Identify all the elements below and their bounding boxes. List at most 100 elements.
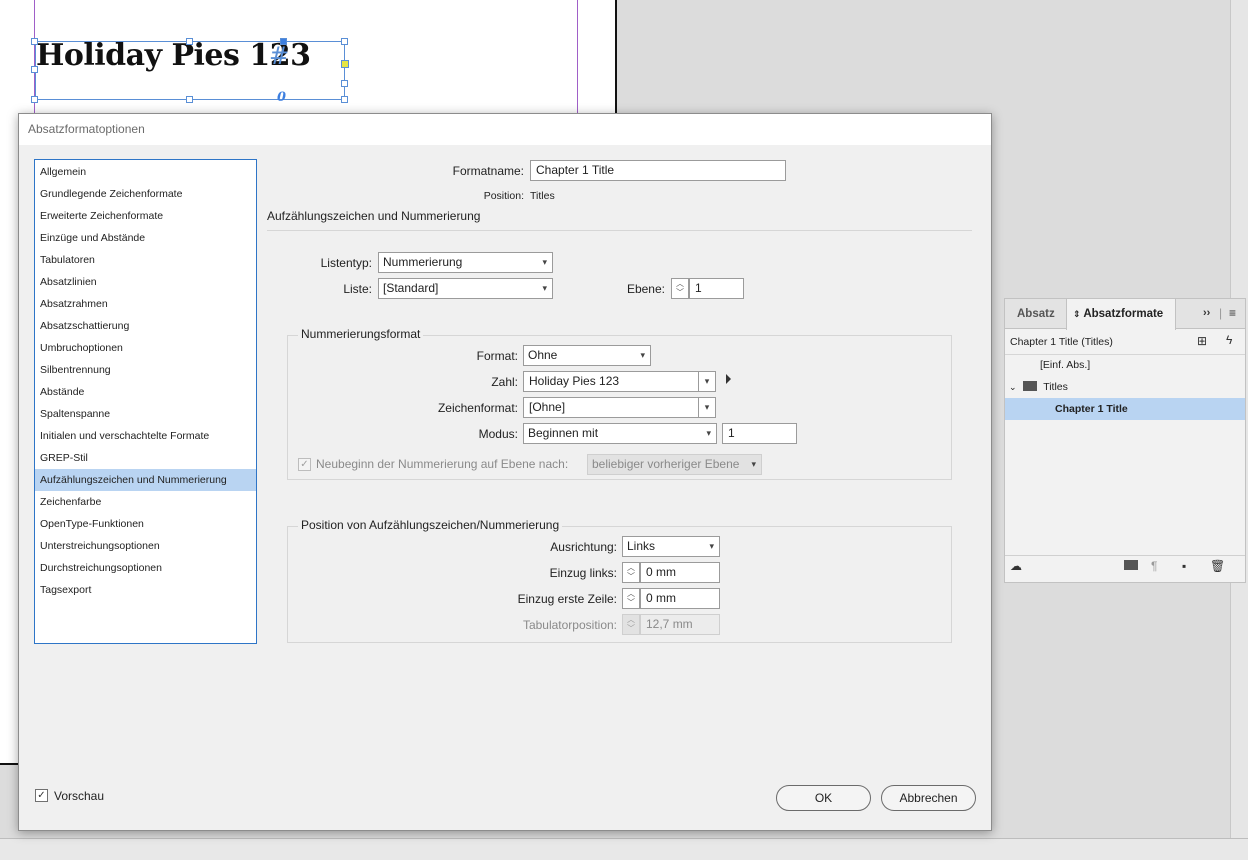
category-item[interactable]: Absatzschattierung [35,315,256,337]
tab-paragraph-styles[interactable]: ⇕ Absatzformate [1066,299,1176,330]
preview-checkbox[interactable]: ✓ [35,789,48,802]
category-item[interactable]: Umbruchoptionen [35,337,256,359]
list-type-label: Listentyp: [320,256,372,270]
frame-handle-middle-right[interactable] [341,80,348,87]
category-item[interactable]: Tabulatoren [35,249,256,271]
panel-menu-icon[interactable]: ≡ [1229,306,1236,320]
divider-icon: | [1219,306,1223,320]
list-type-dropdown[interactable]: Nummerierung ▾ [378,252,553,273]
tab-position-label: Tabulatorposition: [522,618,617,632]
char-style-input[interactable]: [Ohne] [523,397,699,418]
category-item[interactable]: Abstände [35,381,256,403]
frame-handle-bottom-left[interactable] [31,96,38,103]
level-input[interactable]: 1 [689,278,744,299]
paragraph-styles-panel: Absatz ⇕ Absatzformate ›› | ≡ Chapter 1 … [1004,298,1246,583]
chevron-down-icon: ▾ [706,428,711,438]
category-item[interactable]: Zeichenfarbe [35,491,256,513]
mode-dropdown[interactable]: Beginnen mit ▾ [523,423,717,444]
new-style-from-selection-icon[interactable]: ⊞ [1197,334,1207,348]
dialog-title: Absatzformatoptionen [19,114,991,145]
cloud-icon[interactable]: ☁ [1010,559,1022,573]
new-style-icon[interactable]: ▪ [1182,559,1186,573]
expand-panel-icon[interactable]: ›› [1203,307,1210,319]
char-style-dropdown-button[interactable]: ▾ [698,397,716,418]
horizontal-scrollbar[interactable] [0,838,1248,860]
category-item[interactable]: Grundlegende Zeichenformate [35,183,256,205]
category-item[interactable]: Allgemein [35,161,256,183]
category-item[interactable]: Durchstreichungsoptionen [35,557,256,579]
list-type-value: Nummerierung [383,255,463,269]
restart-numbering-checkbox[interactable]: ✓ [298,458,311,471]
frame-handle-top-left[interactable] [31,38,38,45]
char-style-label: Zeichenformat: [437,401,518,415]
selected-style-label: Chapter 1 Title [1055,403,1128,415]
right-margin-guide [577,0,578,115]
category-item[interactable]: Silbentrennung [35,359,256,381]
category-item[interactable]: Tagsexport [35,579,256,601]
first-line-indent-input[interactable]: 0 mm [640,588,720,609]
alignment-dropdown[interactable]: Links ▾ [622,536,720,557]
chevron-down-icon: ▾ [542,283,547,293]
ok-button[interactable]: OK [776,785,871,811]
frame-handle-middle-left[interactable] [31,66,38,73]
format-dropdown[interactable]: Ohne ▾ [523,345,651,366]
frame-handle-top-right[interactable] [341,38,348,45]
list-dropdown[interactable]: [Standard] ▾ [378,278,553,299]
paragraph-style-options-dialog: Absatzformatoptionen Allgemein Grundlegen… [18,113,992,831]
current-style-row: Chapter 1 Title (Titles) [1005,331,1245,353]
tab-paragraph[interactable]: Absatz [1017,299,1055,329]
category-item[interactable]: Spaltenspanne [35,403,256,425]
left-indent-label: Einzug links: [549,566,617,580]
frame-handle-bottom-right[interactable] [341,96,348,103]
text-frame[interactable]: Holiday Pies 123 # [35,38,345,100]
chevron-down-icon[interactable]: ⌄ [1009,382,1017,392]
format-label: Format: [476,349,518,363]
number-dropdown-button[interactable]: ▾ [698,371,716,392]
category-item[interactable]: Einzüge und Abstände [35,227,256,249]
frame-handle-top-center[interactable] [186,38,193,45]
overset-marker: 0 [277,90,287,105]
restart-level-dropdown[interactable]: beliebiger vorheriger Ebene ▾ [587,454,762,475]
chevron-down-icon: ▾ [704,376,710,386]
style-group-row[interactable]: ⌄ Titles [1005,376,1245,398]
mode-start-input[interactable]: 1 [722,423,797,444]
frame-handle-top-inport[interactable] [280,38,287,45]
first-line-indent-label: Einzug erste Zeile: [517,592,617,606]
list-item-selected[interactable]: Chapter 1 Title [1005,398,1245,420]
first-line-indent-stepper[interactable]: ︿ ﹀ [622,588,640,609]
basic-paragraph-label: [Einf. Abs.] [1040,359,1091,371]
left-indent-stepper[interactable]: ︿ ﹀ [622,562,640,583]
category-item[interactable]: GREP-Stil [35,447,256,469]
category-item[interactable]: Absatzlinien [35,271,256,293]
alignment-value: Links [627,539,656,553]
category-item[interactable]: Initialen und verschachtelte Formate [35,425,256,447]
quick-apply-icon[interactable]: ϟ [1226,333,1232,347]
category-item[interactable]: Erweiterte Zeichenformate [35,205,256,227]
category-item[interactable]: OpenType-Funktionen [35,513,256,535]
trash-icon[interactable]: 🗑 [1210,559,1225,573]
category-item[interactable]: Aufzählungszeichen und Nummerierung [35,469,256,491]
restart-numbering-label: Neubeginn der Nummerierung auf Ebene nac… [316,457,569,471]
frame-handle-bottom-center[interactable] [186,96,193,103]
list-label: Liste: [343,282,372,296]
category-item[interactable]: Unterstreichungsoptionen [35,535,256,557]
left-indent-input[interactable]: 0 mm [640,562,720,583]
format-name-input[interactable]: Chapter 1 Title [530,160,786,181]
folder-icon[interactable] [1124,560,1138,570]
frame-out-port[interactable] [341,60,349,68]
special-character-menu-icon[interactable] [726,374,731,384]
current-style-label: Chapter 1 Title (Titles) [1010,336,1113,348]
category-list[interactable]: Allgemein Grundlegende Zeichenformate Erwe… [34,159,257,644]
chevron-down-icon: ▾ [709,541,714,551]
restart-level-value: beliebiger vorheriger Ebene [592,457,740,471]
category-item[interactable]: Absatzrahmen [35,293,256,315]
tab-paragraph-styles-label: Absatzformate [1083,308,1164,320]
level-stepper[interactable]: ︿ ﹀ [671,278,689,299]
tab-position-stepper[interactable]: ︿ ﹀ [622,614,640,635]
cancel-button[interactable]: Abbrechen [881,785,976,811]
number-input[interactable]: Holiday Pies 123 [523,371,699,392]
tab-position-input[interactable]: 12,7 mm [640,614,720,635]
format-name-label: Formatname: [452,164,524,178]
list-item[interactable]: [Einf. Abs.] [1005,354,1245,376]
clear-overrides-icon[interactable]: ¶ [1151,559,1157,573]
